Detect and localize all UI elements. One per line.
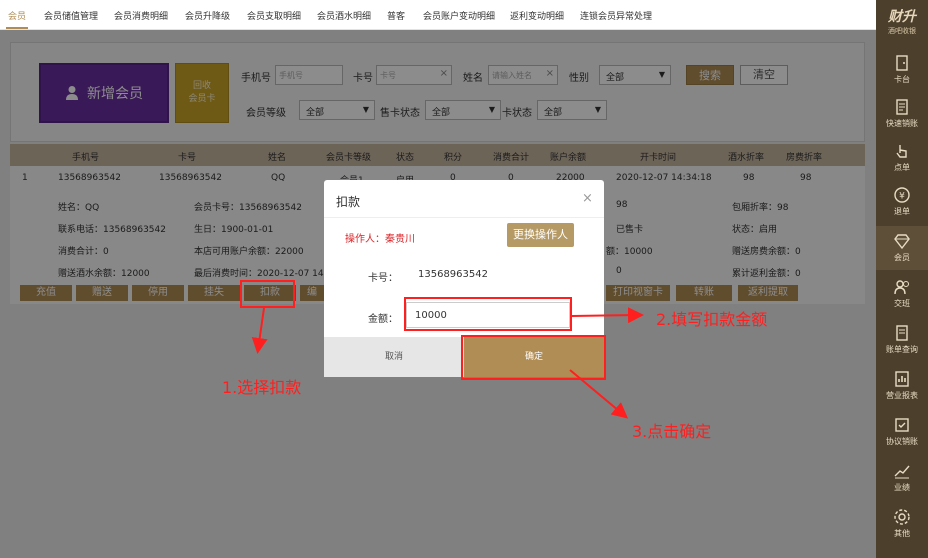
annotation-step2: 2.填写扣款金额 — [656, 310, 768, 329]
arrow-step1 — [251, 307, 268, 354]
arrow-step3 — [569, 369, 629, 419]
arrow-step2 — [571, 307, 644, 324]
annotation-step3: 3.点击确定 — [632, 422, 712, 441]
annotation-arrows — [251, 307, 644, 419]
annotation-step1: 1.选择扣款 — [222, 378, 302, 397]
